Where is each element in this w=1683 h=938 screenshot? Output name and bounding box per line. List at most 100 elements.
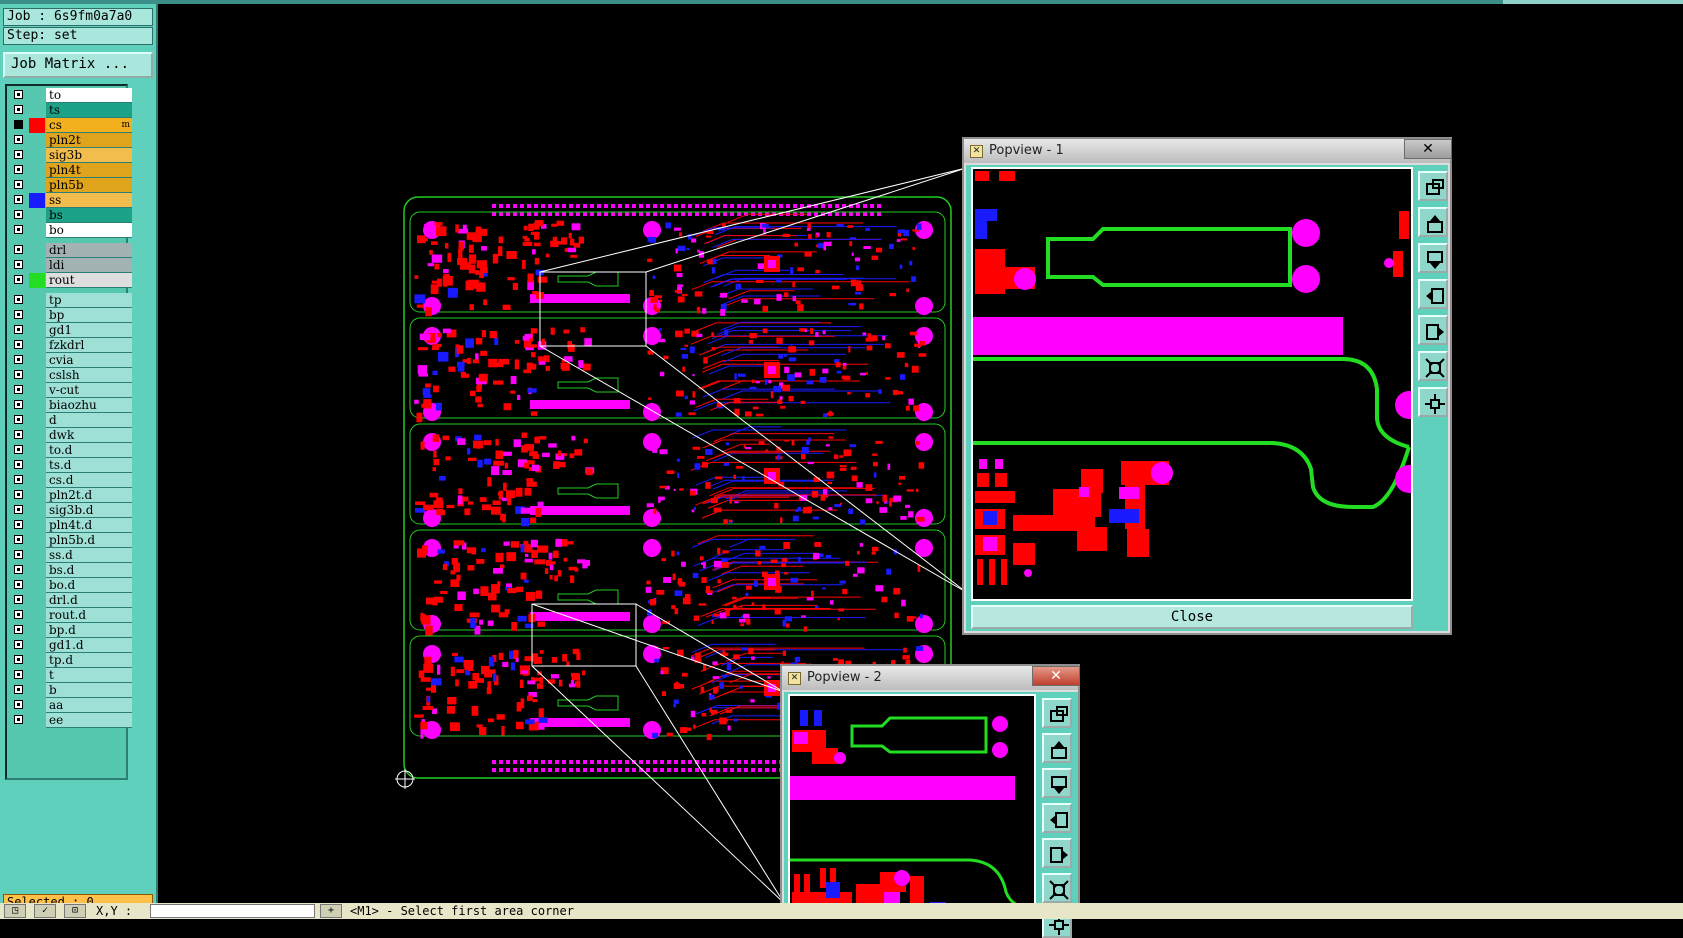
layer-name[interactable]: bp.d: [46, 623, 132, 638]
layer-row-t[interactable]: t: [9, 668, 132, 683]
layer-name[interactable]: drl.d: [46, 593, 132, 608]
layer-checkbox[interactable]: [14, 670, 23, 679]
layer-name[interactable]: bs.d: [46, 563, 132, 578]
status-plus-button[interactable]: +: [320, 904, 342, 918]
pan-right-icon[interactable]: [1418, 315, 1448, 345]
layer-checkbox[interactable]: [14, 105, 23, 114]
layer-checkbox[interactable]: [14, 400, 23, 409]
pan-up-icon[interactable]: [1418, 207, 1448, 237]
layer-name[interactable]: bs: [46, 208, 132, 223]
popview-1-canvas[interactable]: [971, 167, 1413, 601]
layer-row-tp.d[interactable]: tp.d: [9, 653, 132, 668]
layer-name[interactable]: b: [46, 683, 132, 698]
layer-name[interactable]: to: [46, 88, 132, 103]
pan-up-icon[interactable]: [1042, 733, 1072, 763]
layer-row-to[interactable]: to: [9, 88, 132, 103]
layer-checkbox[interactable]: [14, 355, 23, 364]
layer-checkbox[interactable]: [14, 475, 23, 484]
layer-checkbox[interactable]: [14, 210, 23, 219]
zoom-out-icon[interactable]: [1418, 387, 1448, 417]
layer-row-b[interactable]: b: [9, 683, 132, 698]
layer-row-bp.d[interactable]: bp.d: [9, 623, 132, 638]
layer-name[interactable]: bo: [46, 223, 132, 238]
layer-row-pln2t[interactable]: pln2t: [9, 133, 132, 148]
layer-checkbox[interactable]: [14, 685, 23, 694]
layer-name[interactable]: sig3b.d: [46, 503, 132, 518]
status-tool-button-1[interactable]: ◳: [4, 904, 26, 918]
layer-row-pln2t.d[interactable]: pln2t.d: [9, 488, 132, 503]
layer-checkbox[interactable]: [14, 625, 23, 634]
pan-left-icon[interactable]: [1042, 803, 1072, 833]
layer-checkbox[interactable]: [14, 120, 23, 129]
layer-name[interactable]: to.d: [46, 443, 132, 458]
layer-checkbox[interactable]: [14, 340, 23, 349]
layer-name[interactable]: ss: [46, 193, 132, 208]
layer-name[interactable]: pln2t.d: [46, 488, 132, 503]
layer-name[interactable]: bo.d: [46, 578, 132, 593]
popview-2-canvas[interactable]: [788, 694, 1036, 919]
layer-checkbox[interactable]: [14, 610, 23, 619]
zoom-in-icon[interactable]: [1042, 873, 1072, 903]
layer-checkbox[interactable]: [14, 655, 23, 664]
layer-checkbox[interactable]: [14, 700, 23, 709]
layer-row-v-cut[interactable]: v-cut: [9, 383, 132, 398]
layer-row-sig3b.d[interactable]: sig3b.d: [9, 503, 132, 518]
layer-checkbox[interactable]: [14, 370, 23, 379]
layer-checkbox[interactable]: [14, 490, 23, 499]
layer-row-aa[interactable]: aa: [9, 698, 132, 713]
popview-1-close-x-button[interactable]: ✕: [1404, 139, 1452, 159]
layer-row-ldi[interactable]: ldi: [9, 258, 132, 273]
layer-checkbox[interactable]: [14, 325, 23, 334]
layer-row-drl[interactable]: drl: [9, 243, 132, 258]
layer-name[interactable]: pln2t: [46, 133, 132, 148]
layer-row-ee[interactable]: ee: [9, 713, 132, 728]
status-tool-button-3[interactable]: ⊡: [64, 904, 86, 918]
layer-row-bo.d[interactable]: bo.d: [9, 578, 132, 593]
layer-checkbox[interactable]: [14, 715, 23, 724]
layer-row-gd1[interactable]: gd1: [9, 323, 132, 338]
popview-1-titlebar[interactable]: ✕ Popview - 1: [964, 139, 1450, 163]
layer-checkbox[interactable]: [14, 90, 23, 99]
layer-checkbox[interactable]: [14, 430, 23, 439]
layer-checkbox[interactable]: [14, 415, 23, 424]
layer-row-cslsh[interactable]: cslsh: [9, 368, 132, 383]
layer-checkbox[interactable]: [14, 135, 23, 144]
layer-checkbox[interactable]: [14, 595, 23, 604]
layer-name[interactable]: ss.d: [46, 548, 132, 563]
layer-checkbox[interactable]: [14, 460, 23, 469]
layer-row-pln5b.d[interactable]: pln5b.d: [9, 533, 132, 548]
layer-row-ts.d[interactable]: ts.d: [9, 458, 132, 473]
layer-row-ss.d[interactable]: ss.d: [9, 548, 132, 563]
layer-name[interactable]: gd1.d: [46, 638, 132, 653]
layer-row-pln4t[interactable]: pln4t: [9, 163, 132, 178]
layer-row-cs[interactable]: cs m: [9, 118, 132, 133]
layer-row-cvia[interactable]: cvia: [9, 353, 132, 368]
pan-down-icon[interactable]: [1418, 243, 1448, 273]
layer-name[interactable]: drl: [46, 243, 132, 258]
layer-name[interactable]: v-cut: [46, 383, 132, 398]
layer-row-rout.d[interactable]: rout.d: [9, 608, 132, 623]
layer-name[interactable]: cs m: [46, 118, 132, 133]
layer-checkbox[interactable]: [14, 445, 23, 454]
layer-row-sig3b[interactable]: sig3b: [9, 148, 132, 163]
layer-name[interactable]: pln5b: [46, 178, 132, 193]
layer-name[interactable]: ts.d: [46, 458, 132, 473]
layer-row-to.d[interactable]: to.d: [9, 443, 132, 458]
layer-row-bs[interactable]: bs: [9, 208, 132, 223]
layer-name[interactable]: bp: [46, 308, 132, 323]
layer-row-fzkdrl[interactable]: fzkdrl: [9, 338, 132, 353]
layer-checkbox[interactable]: [14, 520, 23, 529]
layer-checkbox[interactable]: [14, 195, 23, 204]
layer-checkbox[interactable]: [14, 640, 23, 649]
layer-name[interactable]: t: [46, 668, 132, 683]
layer-name[interactable]: d: [46, 413, 132, 428]
layer-checkbox[interactable]: [14, 550, 23, 559]
layer-row-cs.d[interactable]: cs.d: [9, 473, 132, 488]
popview-1-close-button[interactable]: Close: [971, 605, 1413, 629]
popview-2-close-x-button[interactable]: ✕: [1032, 666, 1080, 686]
xy-input[interactable]: [150, 904, 315, 918]
layer-name[interactable]: cs.d: [46, 473, 132, 488]
layer-checkbox[interactable]: [14, 245, 23, 254]
layer-checkbox[interactable]: [14, 180, 23, 189]
layer-checkbox[interactable]: [14, 385, 23, 394]
